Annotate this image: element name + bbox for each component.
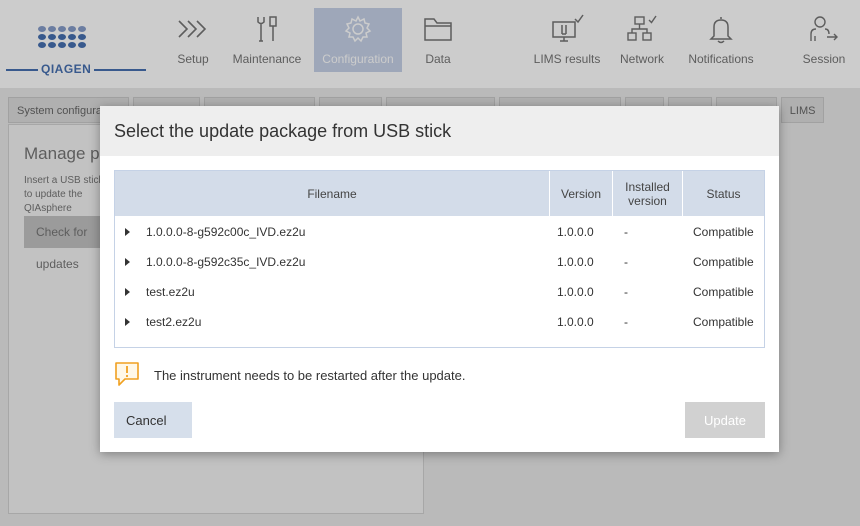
expand-caret-icon[interactable] (125, 288, 130, 296)
row-filename: 1.0.0.0-8-g592c35c_IVD.ez2u (146, 255, 306, 269)
row-status: Compatible (693, 225, 754, 239)
column-filename[interactable]: Filename (115, 171, 549, 216)
row-installed-version: - (624, 285, 628, 299)
table-header: Filename Version Installed version Statu… (115, 171, 764, 216)
row-status: Compatible (693, 255, 754, 269)
row-filename: 1.0.0.0-8-g592c00c_IVD.ez2u (146, 225, 306, 239)
update-button[interactable]: Update (685, 402, 765, 438)
dialog-header: Select the update package from USB stick (100, 106, 779, 156)
row-installed-version: - (624, 315, 628, 329)
row-filename: test.ez2u (146, 285, 195, 299)
table-row[interactable]: 1.0.0.0-8-g592c35c_IVD.ez2u 1.0.0.0 - Co… (115, 247, 764, 277)
expand-caret-icon[interactable] (125, 228, 130, 236)
cancel-button[interactable]: Cancel (114, 402, 192, 438)
row-status: Compatible (693, 285, 754, 299)
row-version: 1.0.0.0 (557, 225, 594, 239)
row-filename: test2.ez2u (146, 315, 202, 329)
table-row[interactable]: test2.ez2u 1.0.0.0 - Compatible (115, 307, 764, 337)
dialog-title: Select the update package from USB stick (114, 121, 452, 141)
row-installed-version: - (624, 255, 628, 269)
table-row[interactable]: test.ez2u 1.0.0.0 - Compatible (115, 277, 764, 307)
update-package-dialog: Select the update package from USB stick… (100, 106, 779, 452)
row-status: Compatible (693, 315, 754, 329)
restart-warning-text: The instrument needs to be restarted aft… (154, 368, 466, 383)
row-version: 1.0.0.0 (557, 285, 594, 299)
expand-caret-icon[interactable] (125, 318, 130, 326)
row-installed-version: - (624, 225, 628, 239)
column-status[interactable]: Status (682, 171, 764, 216)
row-version: 1.0.0.0 (557, 255, 594, 269)
column-version[interactable]: Version (549, 171, 612, 216)
package-table: Filename Version Installed version Statu… (114, 170, 765, 348)
warning-icon (114, 361, 140, 387)
row-version: 1.0.0.0 (557, 315, 594, 329)
expand-caret-icon[interactable] (125, 258, 130, 266)
column-installed-version[interactable]: Installed version (612, 171, 682, 216)
table-row[interactable]: 1.0.0.0-8-g592c00c_IVD.ez2u 1.0.0.0 - Co… (115, 217, 764, 247)
